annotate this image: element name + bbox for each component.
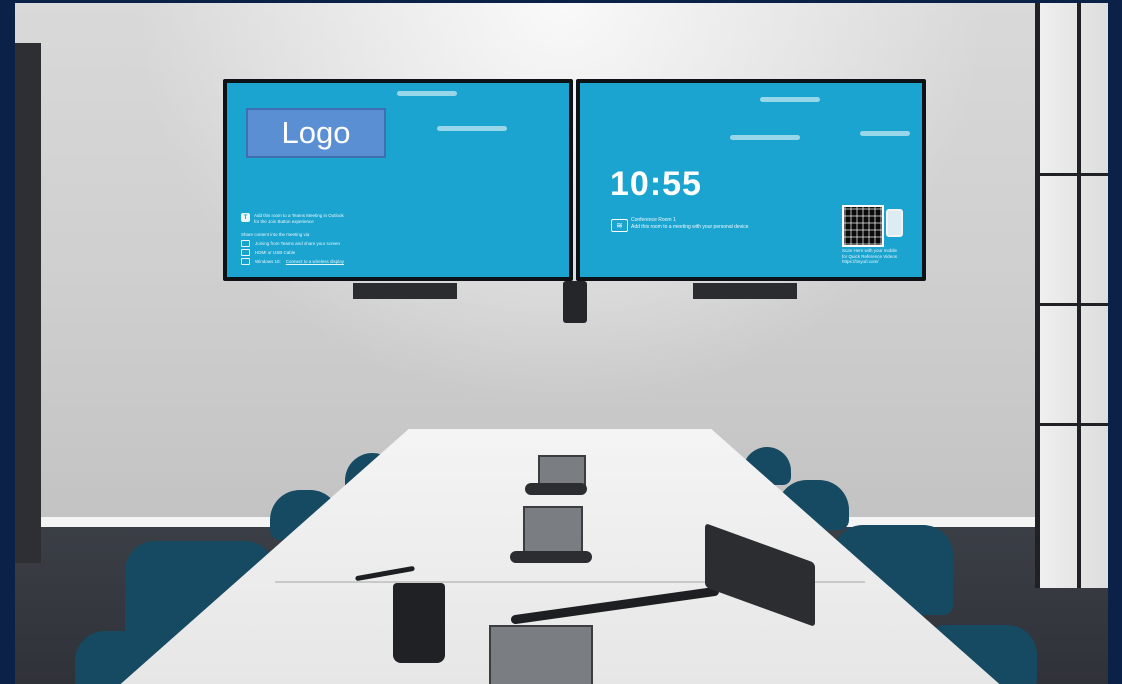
wireless-display-link[interactable]: Connect to a wireless display (286, 259, 344, 264)
screen-streak (437, 126, 507, 131)
logo-placeholder: Logo (246, 108, 386, 158)
glass-partition (1035, 3, 1108, 588)
hdmi-cable-icon (241, 249, 250, 256)
share-option-teams: Joining from Teams and share your screen (241, 240, 340, 247)
share-heading: Share content into the meeting via (241, 232, 310, 237)
scan-instructions: Scan Here with your mobile for Quick Ref… (842, 248, 897, 265)
share-option-text: Windows 10: (255, 259, 281, 264)
teams-icon: T (241, 213, 250, 222)
table-port (489, 625, 593, 684)
share-option-hdmi: HDMI or USB Cable (241, 249, 295, 256)
screen-streak (730, 135, 800, 140)
share-option-text: Joining from Teams and share your screen (255, 241, 340, 246)
share-option-windows: Windows 10: Connect to a wireless displa… (241, 258, 344, 265)
glass-frame (1035, 303, 1108, 306)
share-option-text: HDMI or USB Cable (255, 250, 296, 255)
meeting-room-photo: Logo T Add this room to a Teams Meeting … (15, 3, 1108, 684)
right-display: 10:55 ≋ Conference Room 1 Add this room … (576, 79, 926, 281)
left-display: Logo T Add this room to a Teams Meeting … (223, 79, 573, 281)
windows-icon (241, 258, 250, 265)
right-display-screen: 10:55 ≋ Conference Room 1 Add this room … (580, 83, 922, 277)
camera-mount (563, 281, 587, 323)
glass-frame (1035, 173, 1108, 176)
screen-streak (397, 91, 457, 96)
screen-streak (760, 97, 820, 102)
left-display-screen: Logo T Add this room to a Teams Meeting … (227, 83, 569, 277)
scan-line1: Scan Here with your mobile (842, 248, 898, 253)
cable-cup (393, 583, 445, 663)
clock-time: 10:55 (610, 165, 702, 203)
left-soundbar (353, 283, 457, 299)
glass-frame (1077, 3, 1081, 588)
door-frame (15, 43, 41, 563)
screen-streak (860, 131, 910, 136)
wifi-icon: ≋ (611, 219, 628, 232)
phone-icon (886, 209, 903, 237)
qr-code[interactable] (842, 205, 884, 247)
room-hint: Add this room to a meeting with your per… (631, 224, 749, 230)
teams-share-icon (241, 240, 250, 247)
conference-microphone (510, 551, 592, 563)
right-soundbar (693, 283, 797, 299)
outlook-hint-line2: for the Join Button experience (254, 219, 314, 224)
room-name: Conference Room 1 (631, 217, 676, 223)
glass-frame (1035, 423, 1108, 426)
photo-frame: Logo T Add this room to a Teams Meeting … (0, 0, 1122, 684)
scan-url: https://tinyurl.com/ (842, 259, 879, 264)
conference-microphone (525, 483, 587, 495)
